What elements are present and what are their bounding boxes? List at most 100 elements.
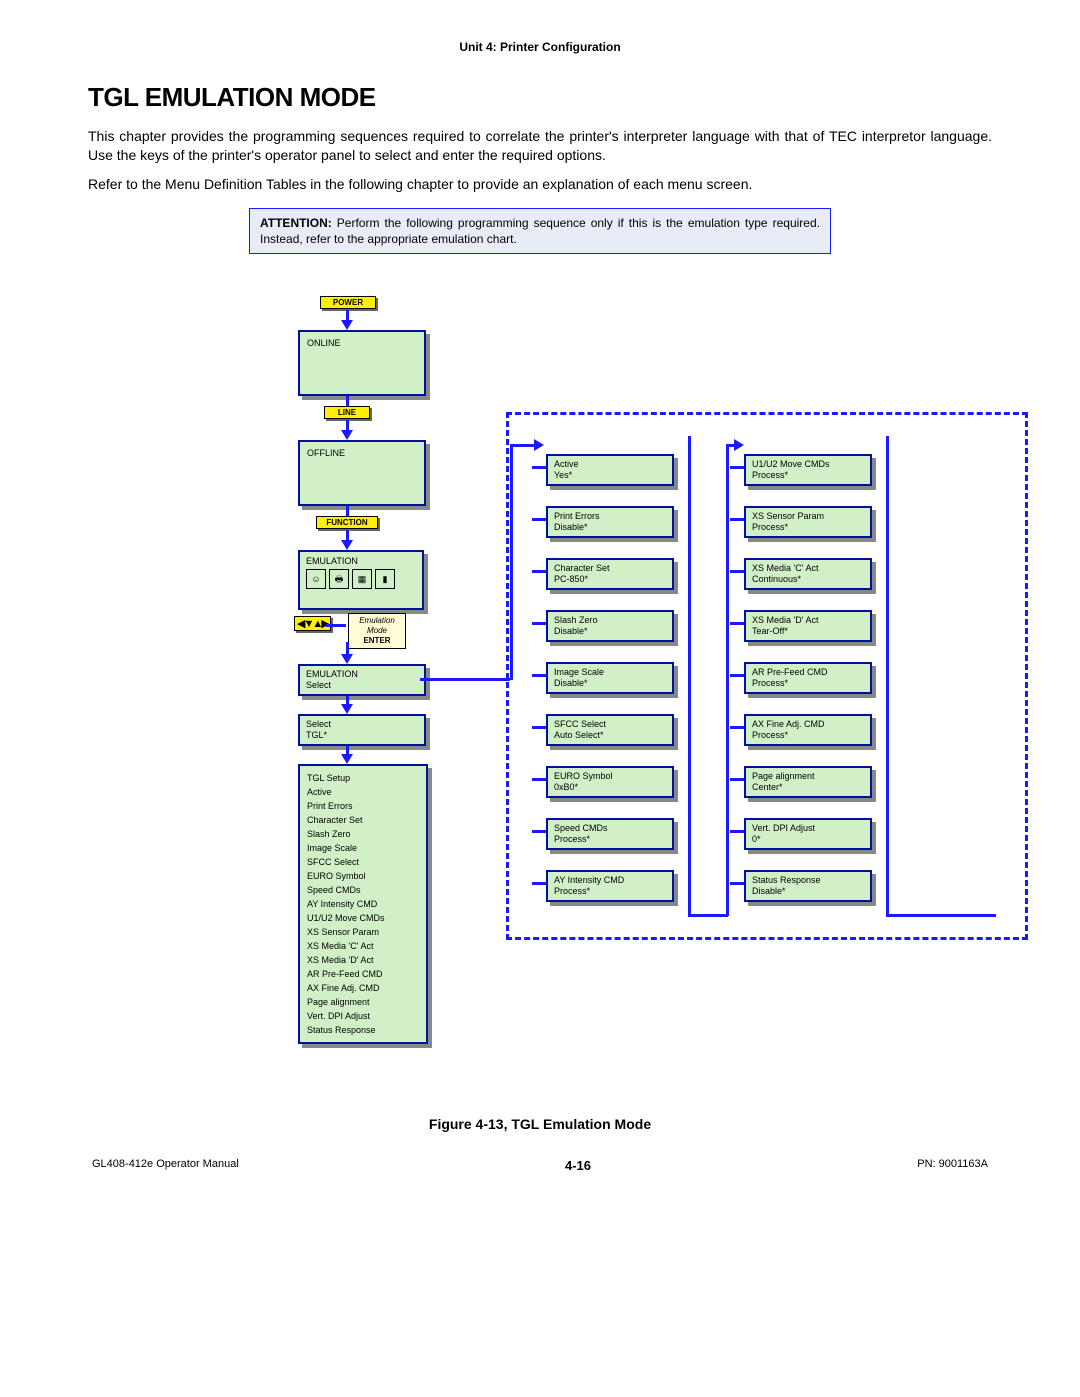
arrow-line [730,518,744,521]
param-name: Print Errors [554,511,666,522]
list-item: Speed CMDs [307,883,419,897]
param-name: SFCC Select [554,719,666,730]
param-value: Auto Select* [554,730,666,741]
arrow-line [688,914,728,917]
param-box: Print ErrorsDisable* [546,506,674,538]
list-item: Page alignment [307,995,419,1009]
arrow-line [886,436,889,916]
figure-caption: Figure 4-13, TGL Emulation Mode [88,1116,992,1132]
param-name: Image Scale [554,667,666,678]
line-button-label: LINE [324,406,370,419]
param-value: Disable* [554,522,666,533]
list-item: AR Pre-Feed CMD [307,967,419,981]
emulation-mode-note: Emulation Mode ENTER [348,613,406,649]
power-button-label: POWER [320,296,376,309]
list-title: TGL Setup [307,771,419,785]
param-value: Process* [554,886,666,897]
list-item: Active [307,785,419,799]
param-box: Speed CMDsProcess* [546,818,674,850]
online-box: ONLINE [298,330,426,396]
list-item: SFCC Select [307,855,419,869]
arrow-down-icon [341,430,353,440]
list-item: Image Scale [307,841,419,855]
param-box: AY Intensity CMDProcess* [546,870,674,902]
note-line1: Emulation [352,616,402,626]
list-item: AY Intensity CMD [307,897,419,911]
arrow-line [326,624,346,627]
arrow-down-icon [341,320,353,330]
param-box: Status ResponseDisable* [744,870,872,902]
barcode-icon: ▮ [375,569,395,589]
unit-header: Unit 4: Printer Configuration [88,40,992,54]
param-name: XS Sensor Param [752,511,864,522]
param-box: XS Media 'C' ActContinuous* [744,558,872,590]
param-name: AX Fine Adj. CMD [752,719,864,730]
param-name: XS Media 'C' Act [752,563,864,574]
param-value: Process* [554,834,666,845]
param-box: Character SetPC-850* [546,558,674,590]
param-box: AR Pre-Feed CMDProcess* [744,662,872,694]
list-item: Slash Zero [307,827,419,841]
arrow-line [532,830,546,833]
offline-box: OFFLINE [298,440,426,506]
arrow-line [730,726,744,729]
list-item: EURO Symbol [307,869,419,883]
printer-icon: 🖶 [329,569,349,589]
param-value: Disable* [554,626,666,637]
note-line2: Mode [352,626,402,636]
param-name: U1/U2 Move CMDs [752,459,864,470]
param-value: Process* [752,522,864,533]
arrow-line [420,678,510,681]
footer-left: GL408-412e Operator Manual [92,1158,239,1173]
param-value: Process* [752,730,864,741]
emulation-header: EMULATION [306,556,416,566]
param-name: EURO Symbol [554,771,666,782]
arrow-line [532,570,546,573]
arrow-line [532,518,546,521]
arrow-down-icon [341,704,353,714]
page-footer: GL408-412e Operator Manual 4-16 PN: 9001… [88,1158,992,1173]
arrow-line [730,778,744,781]
function-button-label: FUNCTION [316,516,378,529]
param-name: Vert. DPI Adjust [752,823,864,834]
param-name: Active [554,459,666,470]
param-value: 0xB0* [554,782,666,793]
list-item: XS Media 'D' Act [307,953,419,967]
flow-diagram: POWER ONLINE LINE OFFLINE FUNCTION EMULA… [208,296,1080,1086]
param-box: ActiveYes* [546,454,674,486]
param-value: Center* [752,782,864,793]
list-item: U1/U2 Move CMDs [307,911,419,925]
arrow-right-icon [534,439,544,451]
arrow-line [726,444,729,916]
intro-paragraph-1: This chapter provides the programming se… [88,127,992,165]
arrow-down-icon [341,540,353,550]
param-value: Process* [752,678,864,689]
param-box: Image ScaleDisable* [546,662,674,694]
sel-tgl-l1: Select [306,719,418,730]
list-item: AX Fine Adj. CMD [307,981,419,995]
notice-body: Perform the following programming sequen… [260,216,820,246]
arrow-line [730,570,744,573]
list-item: Vert. DPI Adjust [307,1009,419,1023]
param-name: Page alignment [752,771,864,782]
tgl-setup-list-box: TGL Setup ActivePrint ErrorsCharacter Se… [298,764,428,1044]
arrow-line [688,436,691,916]
param-box: XS Media 'D' ActTear-Off* [744,610,872,642]
param-box: Slash ZeroDisable* [546,610,674,642]
param-box: AX Fine Adj. CMDProcess* [744,714,872,746]
param-name: Status Response [752,875,864,886]
list-item: XS Media 'C' Act [307,939,419,953]
param-name: Speed CMDs [554,823,666,834]
arrow-line [532,882,546,885]
grid-icon: ▦ [352,569,372,589]
list-item: Print Errors [307,799,419,813]
person-icon: ☺ [306,569,326,589]
param-box: U1/U2 Move CMDsProcess* [744,454,872,486]
emu-sel-l2: Select [306,680,418,691]
param-box: Vert. DPI Adjust0* [744,818,872,850]
enter-label: ENTER [352,636,402,646]
param-name: Character Set [554,563,666,574]
arrow-down-icon [341,754,353,764]
list-item: XS Sensor Param [307,925,419,939]
attention-notice: ATTENTION: Perform the following program… [249,208,831,254]
